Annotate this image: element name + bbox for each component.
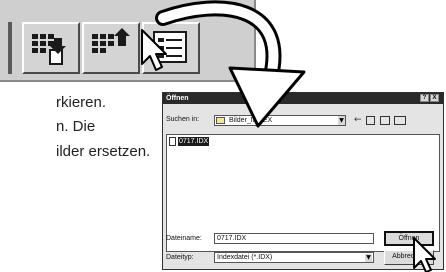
- cursor-icon: [413, 237, 436, 272]
- overlay: [141, 0, 436, 272]
- curved-arrow-icon: [155, 0, 306, 128]
- cursor-icon: [141, 29, 167, 71]
